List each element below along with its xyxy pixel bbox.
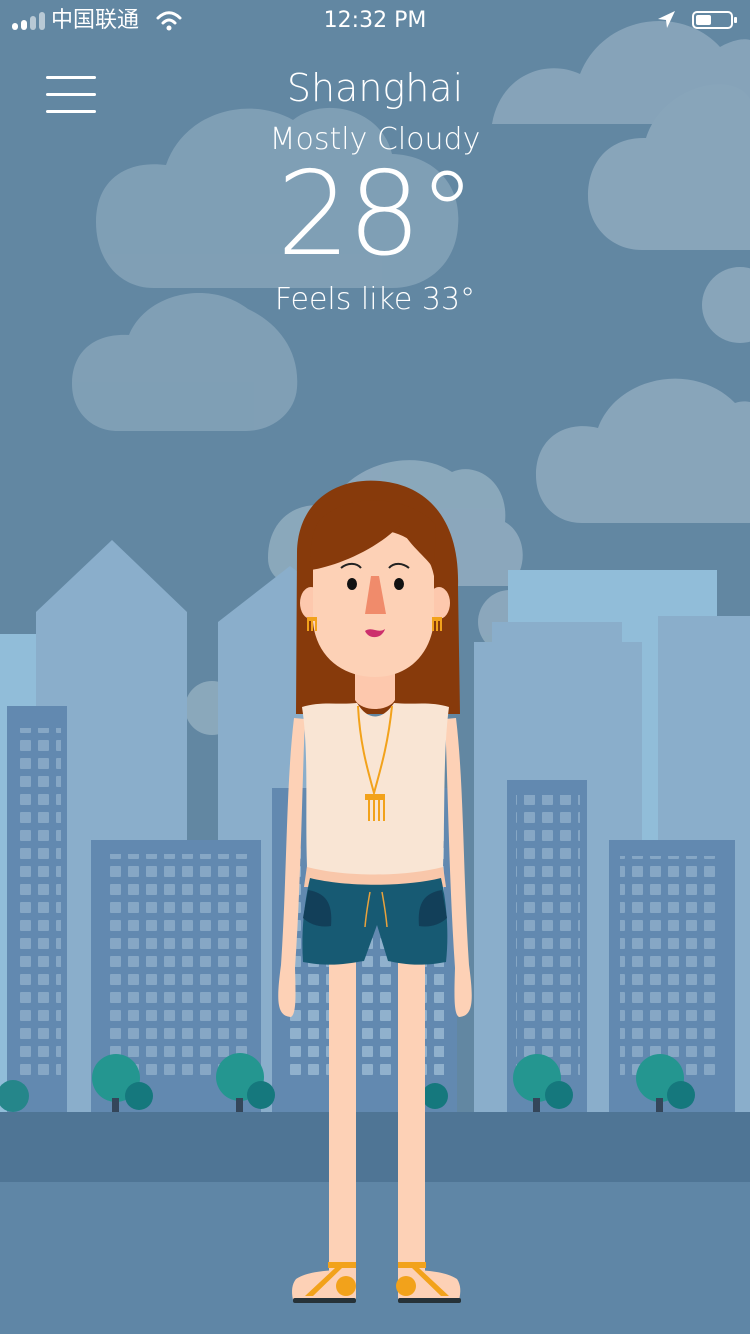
left-leg [329,948,356,1283]
tree-trunk [533,1098,540,1114]
left-sole [293,1298,356,1303]
left-sandal-buckle [336,1276,356,1296]
right-earring [432,617,442,631]
street-band [0,1112,750,1182]
tree-top [545,1081,573,1109]
tree-trunk [656,1098,663,1114]
tree-top [422,1083,448,1109]
current-temperature: 28° [276,147,477,282]
feels-like-temperature: Feels like 33° [274,282,476,317]
right-sole [398,1298,461,1303]
ground [0,1182,750,1334]
building-left-windows [13,728,61,1082]
right-sandal-buckle [396,1276,416,1296]
tree-top [667,1081,695,1109]
tree-trunk [236,1098,243,1114]
location-arrow-icon [658,11,675,28]
left-eye [347,578,357,590]
status-right [655,9,738,31]
tree-top [125,1082,153,1110]
status-time: 12:32 PM [323,8,427,33]
tower-right-cap [492,622,622,647]
right-leg [398,948,425,1283]
weather-screen: 中国联通 12:32 PM Shanghai Mostly Cloudy 28°… [0,0,750,1334]
battery-icon [692,11,737,29]
building-right-mid-windows [620,856,720,1080]
tree-trunk [112,1098,119,1114]
left-earring [307,617,317,631]
building-right-tall-windows [516,795,580,1080]
tree-top [247,1081,275,1109]
right-eye [394,578,404,590]
status-bar: 中国联通 12:32 PM [0,0,750,40]
building-left-mid-windows [104,854,248,1079]
weather-summary: Shanghai Mostly Cloudy 28° Feels like 33… [0,64,750,319]
city-name: Shanghai [286,66,464,110]
